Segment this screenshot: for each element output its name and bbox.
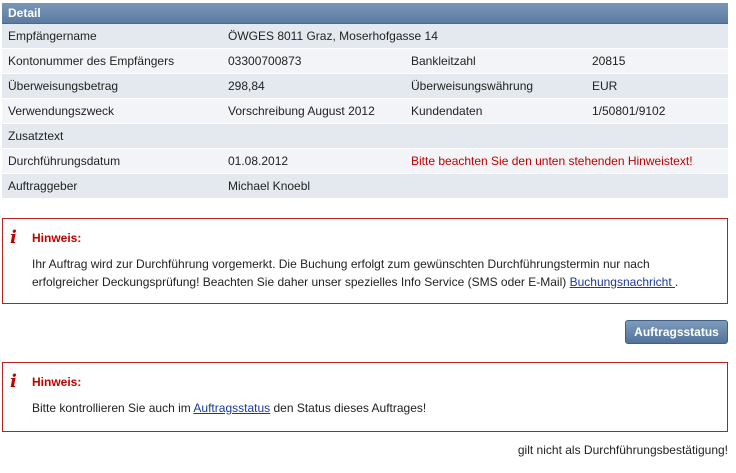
detail-label: Auftraggeber bbox=[8, 179, 78, 193]
detail-label-2: Bankleitzahl bbox=[411, 54, 476, 68]
detail-value: 298,84 bbox=[228, 79, 265, 93]
detail-value-2: EUR bbox=[592, 79, 618, 93]
detail-value: 01.08.2012 bbox=[228, 154, 289, 168]
info-icon: i bbox=[10, 371, 17, 392]
detail-label-2: Kundendaten bbox=[411, 104, 483, 118]
date-warning-text: Bitte beachten Sie den unten stehenden H… bbox=[411, 154, 693, 168]
detail-label: Verwendungszweck bbox=[8, 104, 115, 118]
detail-panel: Detail Empfängername ÖWGES 8011 Graz, Mo… bbox=[2, 3, 728, 199]
detail-value: 03300700873 bbox=[228, 54, 302, 68]
detail-value: ÖWGES 8011 Graz, Moserhofgasse 14 bbox=[228, 29, 438, 43]
detail-row-zusatztext: Zusatztext bbox=[2, 124, 728, 149]
hint-text-before: Ihr Auftrag wird zur Durchführung vorgem… bbox=[32, 257, 650, 289]
detail-label: Empfängername bbox=[8, 29, 97, 43]
detail-label: Kontonummer des Empfängers bbox=[8, 54, 175, 68]
hint-box-status: i Hinweis: Bitte kontrollieren Sie auch … bbox=[2, 362, 728, 432]
detail-label-2: Überweisungswährung bbox=[411, 79, 534, 93]
detail-value-2: 1/50801/9102 bbox=[592, 104, 666, 118]
detail-row-kontonummer: Kontonummer des Empfängers 03300700873 B… bbox=[2, 49, 728, 74]
detail-label: Zusatztext bbox=[8, 129, 64, 143]
info-icon: i bbox=[10, 227, 17, 248]
hint-text-after: . bbox=[675, 275, 679, 289]
hint-text-before: Bitte kontrollieren Sie auch im bbox=[32, 401, 194, 415]
hint-text-after: den Status dieses Auftrages! bbox=[270, 401, 427, 415]
hint-box-booking: i Hinweis: Ihr Auftrag wird zur Durchfüh… bbox=[2, 218, 728, 304]
auftragsstatus-button[interactable]: Auftragsstatus bbox=[625, 320, 728, 344]
detail-row-empfaengername: Empfängername ÖWGES 8011 Graz, Moserhofg… bbox=[2, 24, 728, 49]
hint-title: Hinweis: bbox=[32, 375, 82, 389]
detail-row-durchfuehrungsdatum: Durchführungsdatum 01.08.2012 Bitte beac… bbox=[2, 149, 728, 174]
auftragsstatus-link[interactable]: Auftragsstatus bbox=[193, 401, 270, 415]
hint-text: Ihr Auftrag wird zur Durchführung vorgem… bbox=[32, 255, 707, 291]
buchungsnachricht-link[interactable]: Buchungsnachricht bbox=[570, 275, 675, 289]
detail-value-2: 20815 bbox=[592, 54, 626, 68]
detail-value: Michael Knoebl bbox=[228, 179, 311, 193]
hint-title: Hinweis: bbox=[32, 231, 82, 245]
footer-note: gilt nicht als Durchführungsbestätigung! bbox=[517, 443, 728, 457]
detail-header: Detail bbox=[2, 3, 728, 24]
detail-row-betrag: Überweisungsbetrag 298,84 Überweisungswä… bbox=[2, 74, 728, 99]
hint-text: Bitte kontrollieren Sie auch im Auftrags… bbox=[32, 399, 707, 417]
detail-label: Durchführungsdatum bbox=[8, 154, 121, 168]
detail-value: Vorschreibung August 2012 bbox=[228, 104, 375, 118]
detail-row-auftraggeber: Auftraggeber Michael Knoebl bbox=[2, 174, 728, 199]
detail-row-verwendungszweck: Verwendungszweck Vorschreibung August 20… bbox=[2, 99, 728, 124]
detail-label: Überweisungsbetrag bbox=[8, 79, 119, 93]
